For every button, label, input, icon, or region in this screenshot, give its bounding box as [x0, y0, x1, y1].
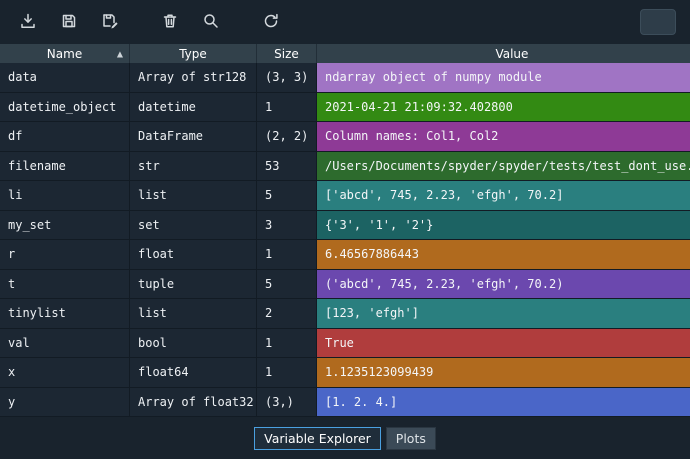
save-data-icon: [60, 12, 78, 33]
cell-value[interactable]: [123, 'efgh']: [317, 299, 690, 328]
cell-type[interactable]: str: [130, 152, 257, 181]
table-row[interactable]: r float 1 6.46567886443: [0, 240, 690, 270]
cell-size[interactable]: 1: [257, 93, 317, 122]
cell-size[interactable]: 1: [257, 240, 317, 269]
sort-ascending-icon: ▲: [117, 49, 123, 58]
cell-type[interactable]: tuple: [130, 270, 257, 299]
column-header-type-label: Type: [179, 47, 207, 61]
tab-plots[interactable]: Plots: [386, 427, 436, 450]
cell-type[interactable]: datetime: [130, 93, 257, 122]
cell-type[interactable]: bool: [130, 329, 257, 358]
options-menu-icon: [650, 13, 666, 32]
options-menu-button[interactable]: [640, 9, 676, 35]
cell-value[interactable]: True: [317, 329, 690, 358]
tab-variable-explorer[interactable]: Variable Explorer: [254, 427, 381, 450]
table-body: data Array of str128 (3, 3) ndarray obje…: [0, 63, 690, 417]
cell-name[interactable]: li: [0, 181, 130, 210]
cell-value[interactable]: ndarray object of numpy module: [317, 63, 690, 92]
save-data-button[interactable]: [55, 8, 83, 36]
table-row[interactable]: x float64 1 1.1235123099439: [0, 358, 690, 388]
variables-table-wrap: Name ▲ Type Size Value data Array of str…: [0, 44, 690, 417]
cell-size[interactable]: 2: [257, 299, 317, 328]
cell-type[interactable]: list: [130, 181, 257, 210]
table-row[interactable]: filename str 53 /Users/Documents/spyder/…: [0, 152, 690, 182]
column-header-size[interactable]: Size: [257, 44, 317, 63]
cell-name[interactable]: tinylist: [0, 299, 130, 328]
cell-value[interactable]: ('abcd', 745, 2.23, 'efgh', 70.2): [317, 270, 690, 299]
cell-type[interactable]: float: [130, 240, 257, 269]
column-header-type[interactable]: Type: [130, 44, 257, 63]
cell-type[interactable]: Array of float32: [130, 388, 257, 417]
cell-value[interactable]: /Users/Documents/spyder/spyder/tests/tes…: [317, 152, 690, 181]
cell-size[interactable]: 1: [257, 329, 317, 358]
bottom-tab-bar: Variable Explorer Plots: [0, 417, 690, 459]
save-data-as-button[interactable]: [96, 8, 124, 36]
table-header-row: Name ▲ Type Size Value: [0, 44, 690, 63]
cell-name[interactable]: x: [0, 358, 130, 387]
cell-size[interactable]: 5: [257, 181, 317, 210]
cell-name[interactable]: filename: [0, 152, 130, 181]
table-row[interactable]: data Array of str128 (3, 3) ndarray obje…: [0, 63, 690, 93]
import-data-button[interactable]: [14, 8, 42, 36]
cell-value[interactable]: Column names: Col1, Col2: [317, 122, 690, 151]
search-icon: [202, 12, 220, 33]
table-row[interactable]: df DataFrame (2, 2) Column names: Col1, …: [0, 122, 690, 152]
table-row[interactable]: y Array of float32 (3,) [1. 2. 4.]: [0, 388, 690, 418]
cell-value[interactable]: 1.1235123099439: [317, 358, 690, 387]
cell-type[interactable]: list: [130, 299, 257, 328]
cell-name[interactable]: t: [0, 270, 130, 299]
cell-name[interactable]: r: [0, 240, 130, 269]
search-button[interactable]: [197, 8, 225, 36]
refresh-button[interactable]: [257, 8, 285, 36]
table-row[interactable]: t tuple 5 ('abcd', 745, 2.23, 'efgh', 70…: [0, 270, 690, 300]
table-row[interactable]: datetime_object datetime 1 2021-04-21 21…: [0, 93, 690, 123]
cell-name[interactable]: df: [0, 122, 130, 151]
column-header-name[interactable]: Name ▲: [0, 44, 130, 63]
cell-value[interactable]: ['abcd', 745, 2.23, 'efgh', 70.2]: [317, 181, 690, 210]
column-header-value-label: Value: [495, 47, 528, 61]
cell-name[interactable]: my_set: [0, 211, 130, 240]
table-row[interactable]: val bool 1 True: [0, 329, 690, 359]
import-data-icon: [19, 12, 37, 33]
column-header-value[interactable]: Value: [317, 44, 690, 63]
cell-size[interactable]: 53: [257, 152, 317, 181]
remove-variables-button[interactable]: [156, 8, 184, 36]
cell-size[interactable]: 5: [257, 270, 317, 299]
cell-size[interactable]: (3, 3): [257, 63, 317, 92]
refresh-icon: [262, 12, 280, 33]
cell-size[interactable]: (3,): [257, 388, 317, 417]
cell-size[interactable]: 1: [257, 358, 317, 387]
toolbar: [0, 0, 690, 44]
cell-size[interactable]: (2, 2): [257, 122, 317, 151]
cell-type[interactable]: DataFrame: [130, 122, 257, 151]
remove-variables-icon: [161, 12, 179, 33]
cell-value[interactable]: [1. 2. 4.]: [317, 388, 690, 417]
cell-value[interactable]: 6.46567886443: [317, 240, 690, 269]
variables-table: Name ▲ Type Size Value data Array of str…: [0, 44, 690, 417]
cell-name[interactable]: val: [0, 329, 130, 358]
cell-name[interactable]: y: [0, 388, 130, 417]
save-data-as-icon: [101, 12, 119, 33]
cell-name[interactable]: datetime_object: [0, 93, 130, 122]
table-row[interactable]: my_set set 3 {'3', '1', '2'}: [0, 211, 690, 241]
table-row[interactable]: tinylist list 2 [123, 'efgh']: [0, 299, 690, 329]
cell-value[interactable]: {'3', '1', '2'}: [317, 211, 690, 240]
cell-value[interactable]: 2021-04-21 21:09:32.402800: [317, 93, 690, 122]
cell-type[interactable]: Array of str128: [130, 63, 257, 92]
column-header-size-label: Size: [274, 47, 299, 61]
table-row[interactable]: li list 5 ['abcd', 745, 2.23, 'efgh', 70…: [0, 181, 690, 211]
variable-explorer-panel: Name ▲ Type Size Value data Array of str…: [0, 0, 690, 459]
cell-type[interactable]: set: [130, 211, 257, 240]
cell-type[interactable]: float64: [130, 358, 257, 387]
cell-name[interactable]: data: [0, 63, 130, 92]
cell-size[interactable]: 3: [257, 211, 317, 240]
column-header-name-label: Name: [47, 47, 82, 61]
